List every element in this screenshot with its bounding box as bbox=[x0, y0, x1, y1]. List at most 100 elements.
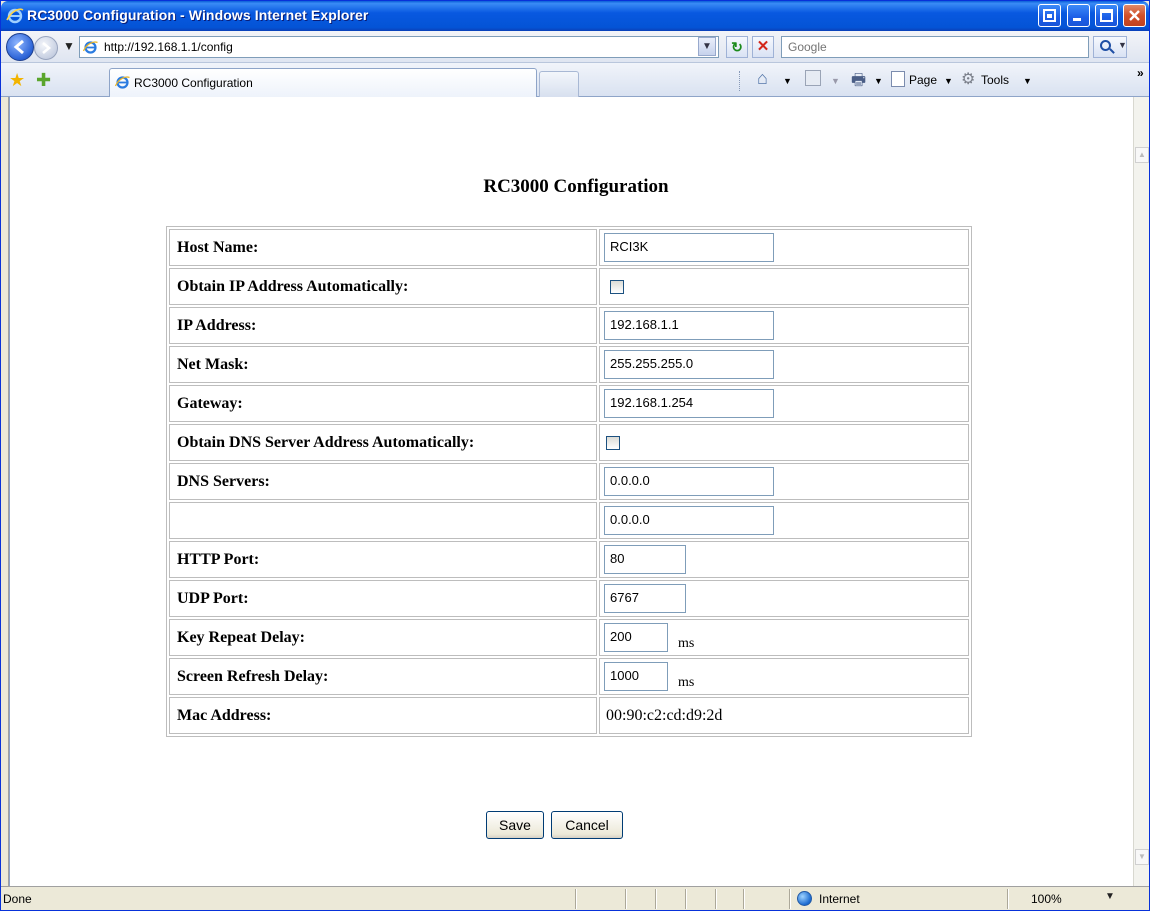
cancel-button[interactable]: Cancel bbox=[551, 811, 623, 839]
page-title: RC3000 Configuration bbox=[483, 176, 669, 197]
favorites-star-icon[interactable]: ★ bbox=[9, 70, 25, 91]
close-icon bbox=[1129, 10, 1140, 21]
refresh-icon: ↻ bbox=[731, 39, 743, 55]
screen-refresh-delay-input[interactable]: 1000 bbox=[604, 661, 668, 691]
dns-secondary-label-cell bbox=[169, 502, 597, 539]
table-row: IP Address: 192.168.1.1 bbox=[169, 307, 969, 344]
tools-dropdown-icon[interactable]: ▼ bbox=[1023, 76, 1032, 86]
key-repeat-unit: ms bbox=[678, 636, 695, 652]
toolbar-separator bbox=[739, 71, 740, 91]
minimize-button[interactable] bbox=[1067, 4, 1090, 27]
maximize-icon bbox=[1100, 9, 1113, 22]
minimize-icon bbox=[1073, 18, 1081, 21]
page-menu[interactable]: Page bbox=[909, 73, 937, 87]
toolbar-overflow-icon[interactable]: » bbox=[1137, 66, 1144, 80]
refresh-button[interactable]: ↻ bbox=[726, 36, 748, 58]
feeds-dropdown-icon[interactable]: ▼ bbox=[831, 76, 840, 86]
config-table: Host Name: RCI3K Obtain IP Address Autom… bbox=[166, 226, 972, 737]
page-icon bbox=[891, 71, 905, 87]
net-mask-input[interactable]: 255.255.255.0 bbox=[604, 350, 774, 379]
restore-group-button[interactable] bbox=[1038, 4, 1061, 27]
print-dropdown-icon[interactable]: ▼ bbox=[874, 76, 883, 86]
gateway-input[interactable]: 192.168.1.254 bbox=[604, 389, 774, 418]
close-button[interactable] bbox=[1123, 4, 1146, 27]
table-row: DNS Servers: 0.0.0.0 bbox=[169, 463, 969, 500]
udp-port-input[interactable]: 6767 bbox=[604, 584, 686, 613]
gateway-label: Gateway: bbox=[169, 385, 597, 422]
status-bar: Done Internet 100% ▼ bbox=[1, 886, 1149, 910]
table-row: Obtain DNS Server Address Automatically: bbox=[169, 424, 969, 461]
tab-ie-icon bbox=[115, 76, 130, 89]
address-field[interactable]: http://192.168.1.1/config bbox=[79, 36, 719, 58]
scroll-down-icon[interactable]: ▼ bbox=[1135, 849, 1149, 865]
forward-button[interactable] bbox=[34, 36, 58, 60]
scroll-up-icon[interactable]: ▲ bbox=[1135, 147, 1149, 163]
table-row: HTTP Port: 80 bbox=[169, 541, 969, 578]
key-repeat-delay-input[interactable]: 200 bbox=[604, 622, 668, 652]
status-text: Done bbox=[3, 892, 32, 906]
page-top bbox=[9, 97, 1133, 148]
search-options-icon[interactable]: ▼ bbox=[1118, 40, 1127, 50]
add-favorite-icon[interactable]: ✚ bbox=[36, 70, 51, 91]
key-repeat-delay-label: Key Repeat Delay: bbox=[169, 619, 597, 656]
new-tab-button[interactable] bbox=[539, 71, 579, 97]
udp-port-label: UDP Port: bbox=[169, 580, 597, 617]
table-row: Obtain IP Address Automatically: bbox=[169, 268, 969, 305]
save-button[interactable]: Save bbox=[486, 811, 544, 839]
maximize-button[interactable] bbox=[1095, 4, 1118, 27]
address-dropdown-icon[interactable]: ▼ bbox=[698, 37, 716, 56]
http-port-input[interactable]: 80 bbox=[604, 545, 686, 574]
security-zone[interactable]: Internet bbox=[819, 892, 860, 906]
home-icon[interactable]: ⌂ bbox=[757, 68, 768, 89]
tools-menu[interactable]: Tools bbox=[981, 73, 1009, 87]
history-dropdown-icon[interactable]: ▼ bbox=[63, 39, 75, 53]
search-field[interactable] bbox=[781, 36, 1089, 58]
print-icon[interactable]: 🖶 bbox=[851, 69, 866, 96]
gear-icon: ⚙ bbox=[961, 71, 976, 88]
ie-logo-icon bbox=[6, 8, 24, 24]
stop-icon: ✕ bbox=[756, 38, 770, 55]
task-icon bbox=[1043, 9, 1056, 22]
page-dropdown-icon[interactable]: ▼ bbox=[944, 76, 953, 86]
tab-rc3000-configuration[interactable]: RC3000 Configuration bbox=[109, 68, 537, 97]
table-row: Host Name: RCI3K bbox=[169, 229, 969, 266]
url-text: http://192.168.1.1/config bbox=[104, 40, 233, 54]
net-mask-label: Net Mask: bbox=[169, 346, 597, 383]
obtain-dns-label: Obtain DNS Server Address Automatically: bbox=[169, 424, 597, 461]
table-row: Key Repeat Delay: 200 ms bbox=[169, 619, 969, 656]
host-name-input[interactable]: RCI3K bbox=[604, 233, 774, 262]
stop-button[interactable]: ✕ bbox=[752, 36, 774, 58]
zoom-level[interactable]: 100% bbox=[1031, 892, 1062, 906]
table-row: Mac Address: 00:90:c2:cd:d9:2d bbox=[169, 697, 969, 734]
search-button[interactable]: ▼ bbox=[1093, 36, 1127, 58]
window-title: RC3000 Configuration - Windows Internet … bbox=[27, 7, 369, 23]
dns-servers-label: DNS Servers: bbox=[169, 463, 597, 500]
dns-primary-input[interactable]: 0.0.0.0 bbox=[604, 467, 774, 496]
table-row: Gateway: 192.168.1.254 bbox=[169, 385, 969, 422]
table-row: Screen Refresh Delay: 1000 ms bbox=[169, 658, 969, 695]
ip-address-input[interactable]: 192.168.1.1 bbox=[604, 311, 774, 340]
search-input[interactable] bbox=[788, 38, 1068, 56]
home-dropdown-icon[interactable]: ▼ bbox=[783, 76, 792, 86]
browser-window: RC3000 Configuration - Windows Internet … bbox=[0, 0, 1150, 911]
tab-bar: ★ ✚ RC3000 Configuration ⌂ ▼ ▼ 🖶 ▼ Page … bbox=[1, 63, 1149, 97]
forward-arrow-icon bbox=[42, 42, 52, 54]
table-row: UDP Port: 6767 bbox=[169, 580, 969, 617]
tab-label: RC3000 Configuration bbox=[134, 76, 253, 90]
vertical-scrollbar[interactable]: ▲ ▼ bbox=[1133, 97, 1149, 886]
ip-address-label: IP Address: bbox=[169, 307, 597, 344]
obtain-ip-checkbox[interactable] bbox=[610, 279, 624, 294]
page-ie-icon bbox=[83, 41, 98, 54]
screen-refresh-delay-label: Screen Refresh Delay: bbox=[169, 658, 597, 695]
dns-secondary-input[interactable]: 0.0.0.0 bbox=[604, 506, 774, 535]
back-button[interactable] bbox=[6, 33, 34, 61]
obtain-ip-label: Obtain IP Address Automatically: bbox=[169, 268, 597, 305]
feeds-icon[interactable] bbox=[805, 70, 821, 86]
obtain-dns-checkbox[interactable] bbox=[606, 435, 620, 450]
table-row: 0.0.0.0 bbox=[169, 502, 969, 539]
mac-address-label: Mac Address: bbox=[169, 697, 597, 734]
title-bar[interactable]: RC3000 Configuration - Windows Internet … bbox=[1, 1, 1149, 31]
zoom-dropdown-icon[interactable]: ▼ bbox=[1105, 891, 1115, 902]
mac-address-value: 00:90:c2:cd:d9:2d bbox=[606, 706, 723, 724]
left-border bbox=[1, 97, 9, 886]
